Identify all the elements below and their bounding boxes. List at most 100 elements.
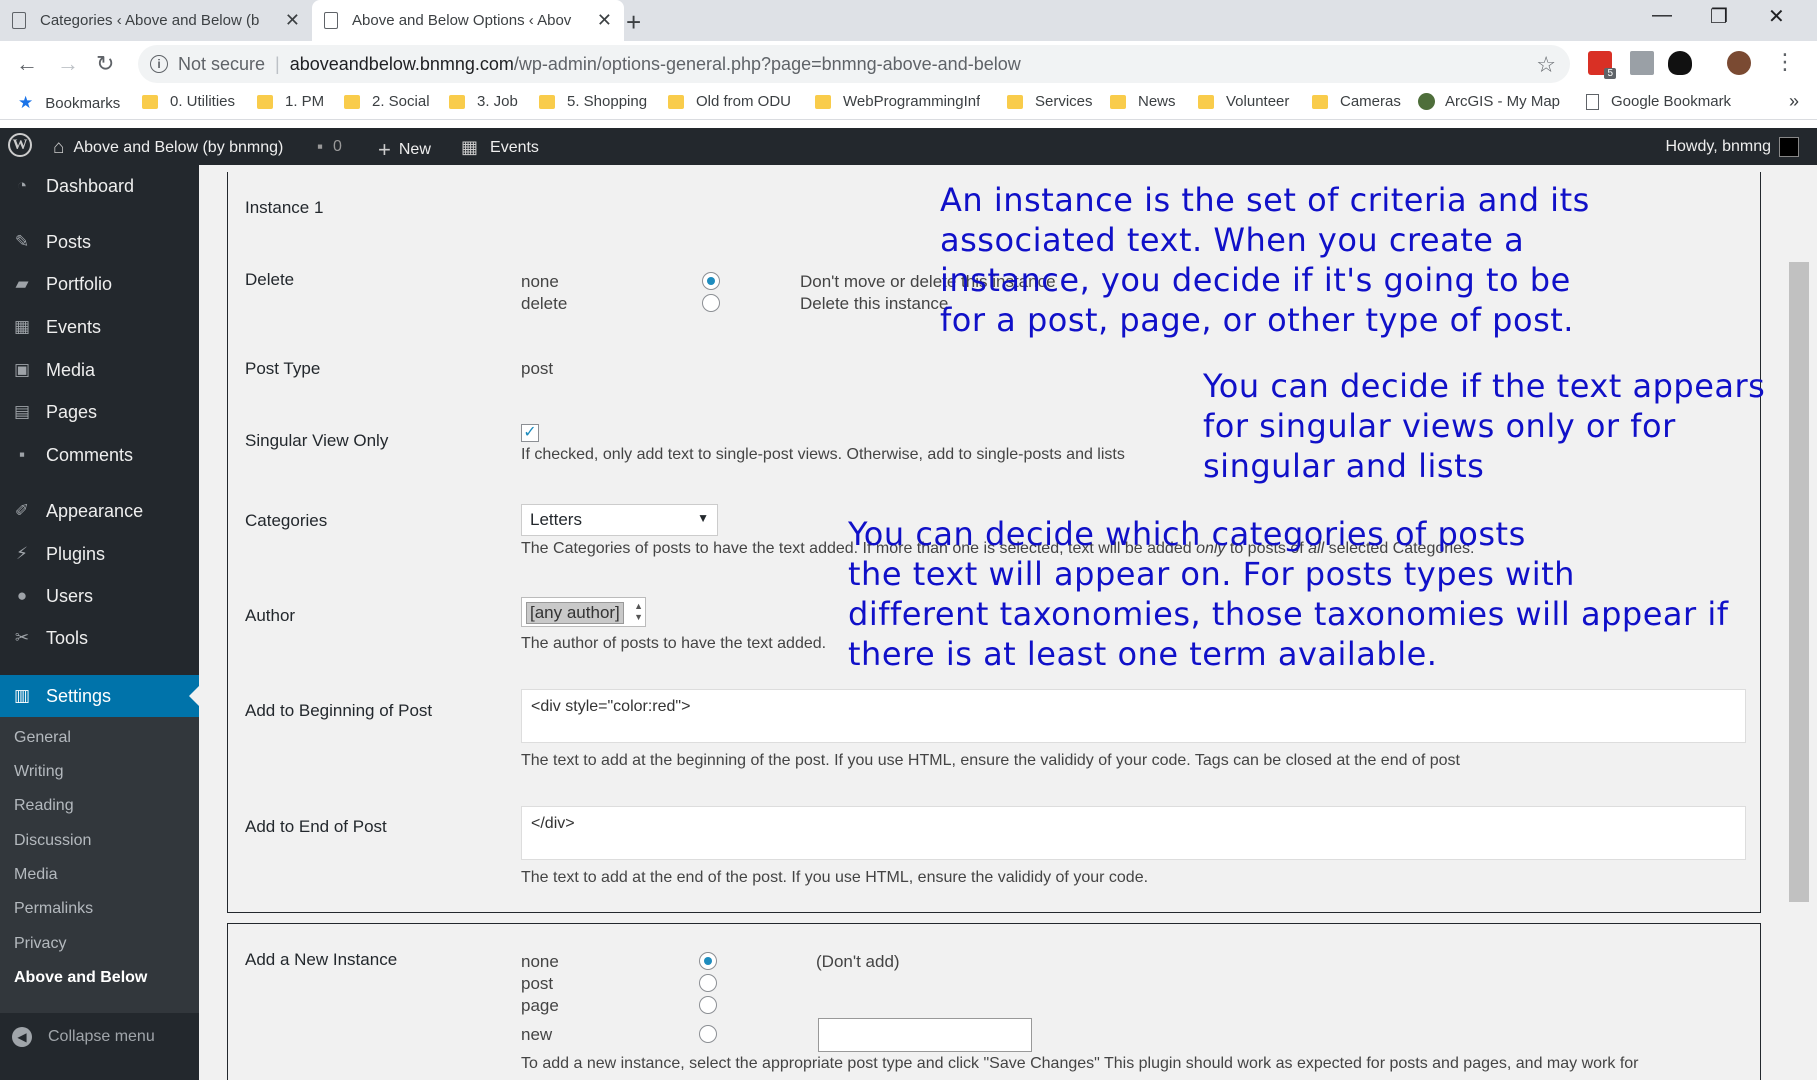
folder-icon bbox=[668, 94, 684, 109]
reload-icon[interactable]: ↻ bbox=[96, 51, 114, 77]
bookmark-folder[interactable]: News bbox=[1110, 93, 1176, 110]
singular-view-label: Singular View Only bbox=[245, 431, 389, 450]
bookmark-item[interactable]: ★ Bookmarks bbox=[18, 93, 120, 113]
delete-option-none-label: none bbox=[521, 272, 559, 291]
delete-radio-none[interactable] bbox=[702, 272, 720, 290]
bookmarks-bar: ★ Bookmarks 0. Utilities 1. PM 2. Social … bbox=[0, 87, 1817, 120]
page-scrollbar[interactable] bbox=[1783, 172, 1817, 1080]
comments-link[interactable]: ▪ 0 bbox=[317, 137, 342, 157]
sidebar-item-posts[interactable]: ✎ Posts bbox=[0, 221, 199, 263]
submenu-privacy[interactable]: Privacy bbox=[14, 935, 66, 953]
author-label: Author bbox=[245, 606, 296, 625]
events-link[interactable]: ▦ Events bbox=[461, 137, 539, 158]
url-path: /wp-admin/options-general.php?page=bnmng… bbox=[513, 53, 1021, 74]
bookmark-folder[interactable]: 3. Job bbox=[449, 93, 518, 110]
bookmark-folder[interactable]: Services bbox=[1007, 93, 1093, 110]
admin-sidebar: ◔ Dashboard ✎ Posts ▰ Portfolio ▦ Events ▣ Me… bbox=[0, 165, 199, 1080]
sidebar-item-comments[interactable]: ▪ Comments bbox=[0, 434, 199, 476]
sidebar-item-tools[interactable]: ✂ Tools bbox=[0, 617, 199, 659]
sidebar-item-media[interactable]: ▣ Media bbox=[0, 349, 199, 391]
new-instance-panel: Add a New Instance none (Don't add) post… bbox=[227, 923, 1761, 1080]
minimize-icon[interactable]: — bbox=[1652, 4, 1672, 27]
bookmark-folder[interactable]: Cameras bbox=[1312, 93, 1401, 110]
extension-icon[interactable] bbox=[1630, 51, 1654, 75]
user-avatar bbox=[1779, 137, 1799, 157]
bookmark-star-icon[interactable]: ☆ bbox=[1536, 52, 1556, 78]
calendar-icon: ▦ bbox=[13, 317, 31, 336]
back-icon[interactable]: ← bbox=[16, 51, 38, 77]
annotation-categories: You can decide which categories of posts… bbox=[848, 515, 1729, 673]
scrollbar-thumb[interactable] bbox=[1789, 262, 1809, 902]
sidebar-item-plugins[interactable]: ⚡ Plugins bbox=[0, 533, 199, 575]
categories-select[interactable]: Letters ▼ bbox=[521, 504, 718, 536]
restore-icon[interactable]: ❐ bbox=[1710, 4, 1728, 29]
submenu-general[interactable]: General bbox=[14, 729, 71, 747]
singular-view-checkbox[interactable]: ✓ bbox=[521, 424, 539, 442]
submenu-media[interactable]: Media bbox=[14, 866, 58, 884]
pages-icon: ▤ bbox=[13, 402, 31, 421]
tab-title: Above and Below Options ‹ Abov bbox=[352, 12, 572, 29]
submenu-permalinks[interactable]: Permalinks bbox=[14, 900, 93, 918]
author-desc: The author of posts to have the text add… bbox=[521, 635, 827, 652]
new-radio-post[interactable] bbox=[699, 974, 717, 992]
profile-avatar[interactable] bbox=[1727, 51, 1751, 75]
end-textarea[interactable]: </div> bbox=[521, 806, 1746, 860]
bookmark-item[interactable]: ArcGIS - My Map bbox=[1418, 93, 1560, 110]
my-account-link[interactable]: Howdy, bnmng bbox=[1665, 137, 1799, 157]
settings-submenu: General Writing Reading Discussion Media… bbox=[0, 717, 199, 1013]
wordpress-logo-icon[interactable]: W bbox=[8, 133, 32, 157]
bookmark-folder[interactable]: Volunteer bbox=[1198, 93, 1289, 110]
author-select[interactable]: [any author] ▲ ▼ bbox=[521, 597, 646, 627]
browser-tab-options[interactable]: Above and Below Options ‹ Abov ✕ bbox=[312, 0, 624, 41]
browser-gap bbox=[0, 120, 1817, 128]
info-icon[interactable]: i bbox=[150, 55, 168, 73]
sidebar-item-portfolio[interactable]: ▰ Portfolio bbox=[0, 263, 199, 305]
browser-tab-categories[interactable]: Categories ‹ Above and Below (b ✕ bbox=[0, 0, 312, 41]
folder-icon bbox=[142, 94, 158, 109]
bookmark-folder[interactable]: Old from ODU bbox=[668, 93, 791, 110]
new-radio-page[interactable] bbox=[699, 996, 717, 1014]
folder-icon: ▰ bbox=[15, 274, 29, 293]
sidebar-item-appearance[interactable]: ✐ Appearance bbox=[0, 490, 199, 532]
close-tab-icon[interactable]: ✕ bbox=[597, 10, 612, 31]
author-option-selected: [any author] bbox=[526, 602, 624, 624]
submenu-discussion[interactable]: Discussion bbox=[14, 832, 91, 850]
bookmark-folder[interactable]: 2. Social bbox=[344, 93, 430, 110]
site-name-link[interactable]: ⌂ Above and Below (by bnmng) bbox=[53, 137, 283, 159]
folder-icon bbox=[815, 94, 831, 109]
delete-label: Delete bbox=[245, 270, 295, 289]
extension-icon[interactable]: 5 bbox=[1588, 51, 1616, 79]
bookmark-folder[interactable]: 0. Utilities bbox=[142, 93, 235, 110]
bookmark-folder[interactable]: 1. PM bbox=[257, 93, 324, 110]
new-tab-button[interactable]: + bbox=[626, 7, 641, 38]
new-radio-new[interactable] bbox=[699, 1025, 717, 1043]
sidebar-item-dashboard[interactable]: ◔ Dashboard bbox=[0, 165, 199, 207]
extension-icon[interactable] bbox=[1668, 51, 1692, 75]
new-option-none-label: none bbox=[521, 952, 559, 971]
submenu-writing[interactable]: Writing bbox=[14, 763, 64, 781]
window-close-icon[interactable]: ✕ bbox=[1768, 4, 1785, 29]
post-type-value: post bbox=[521, 359, 554, 378]
bookmark-folder[interactable]: WebProgrammingInf bbox=[815, 93, 980, 110]
bookmark-folder[interactable]: 5. Shopping bbox=[539, 93, 647, 110]
sidebar-item-events[interactable]: ▦ Events bbox=[0, 306, 199, 348]
new-radio-none[interactable] bbox=[699, 952, 717, 970]
forward-icon[interactable]: → bbox=[57, 51, 79, 77]
new-content-link[interactable]: + New bbox=[378, 137, 431, 163]
delete-radio-delete[interactable] bbox=[702, 294, 720, 312]
submenu-above-and-below[interactable]: Above and Below bbox=[14, 969, 147, 987]
beginning-textarea[interactable]: <div style="color:red"> bbox=[521, 689, 1746, 743]
bookmark-item[interactable]: Google Bookmark bbox=[1586, 93, 1731, 110]
home-icon: ⌂ bbox=[53, 137, 65, 158]
sidebar-item-users[interactable]: ● Users bbox=[0, 575, 199, 617]
new-post-type-input[interactable] bbox=[818, 1018, 1032, 1052]
menu-kebab-icon[interactable]: ⋮ bbox=[1774, 49, 1796, 75]
address-bar[interactable]: i Not secure | aboveandbelow.bnmng.com /… bbox=[138, 45, 1570, 83]
comment-bubble-icon: ▪ bbox=[18, 445, 26, 464]
sidebar-item-pages[interactable]: ▤ Pages bbox=[0, 391, 199, 433]
sidebar-item-settings[interactable]: ▥ Settings bbox=[0, 675, 199, 717]
more-bookmarks-icon[interactable]: » bbox=[1789, 91, 1799, 112]
collapse-menu-button[interactable]: ◀ Collapse menu bbox=[12, 1027, 155, 1047]
submenu-reading[interactable]: Reading bbox=[14, 797, 74, 815]
close-tab-icon[interactable]: ✕ bbox=[285, 10, 300, 31]
